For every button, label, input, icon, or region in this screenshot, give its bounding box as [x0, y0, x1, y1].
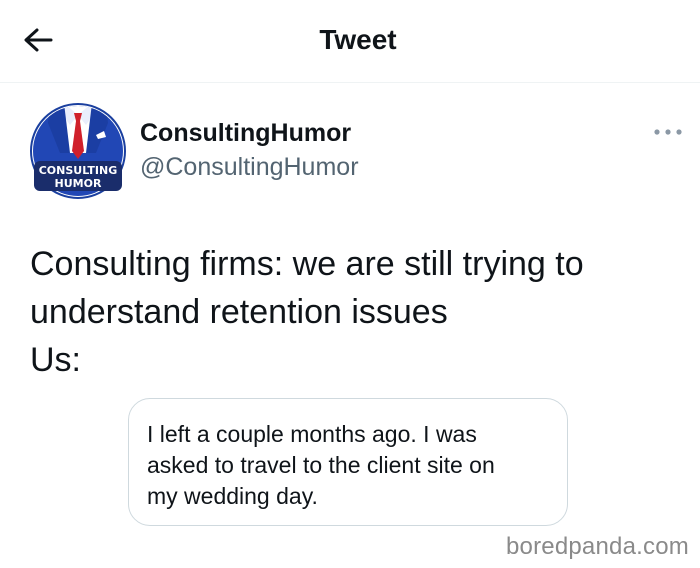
avatar[interactable]: CONSULTING HUMOR: [30, 103, 126, 199]
message-text: I left a couple months ago. I was asked …: [147, 419, 559, 512]
message-line: my wedding day.: [147, 483, 318, 509]
consulting-humor-logo: CONSULTING HUMOR: [30, 103, 126, 199]
author-display-name[interactable]: ConsultingHumor: [140, 118, 351, 148]
page-title: Tweet: [319, 24, 397, 55]
more-dots-icon: [654, 129, 682, 135]
message-bubble: I left a couple months ago. I was asked …: [128, 398, 568, 526]
more-button[interactable]: [650, 122, 686, 142]
header-divider: [0, 82, 700, 83]
author-handle[interactable]: @ConsultingHumor: [140, 152, 359, 182]
avatar-text-line2: HUMOR: [55, 177, 102, 190]
top-bar: Tweet: [0, 0, 700, 82]
message-line: asked to travel to the client site on: [147, 452, 495, 478]
watermark: boredpanda.com: [506, 533, 689, 560]
tweet-text: Consulting firms: we are still trying to…: [30, 240, 690, 384]
avatar-text-line1: CONSULTING: [39, 164, 118, 177]
message-line: I left a couple months ago. I was: [147, 421, 477, 447]
tweet-line: Us:: [30, 341, 81, 379]
tweet-line: understand retention issues: [30, 293, 448, 331]
tweet-line: Consulting firms: we are still trying to: [30, 245, 584, 283]
